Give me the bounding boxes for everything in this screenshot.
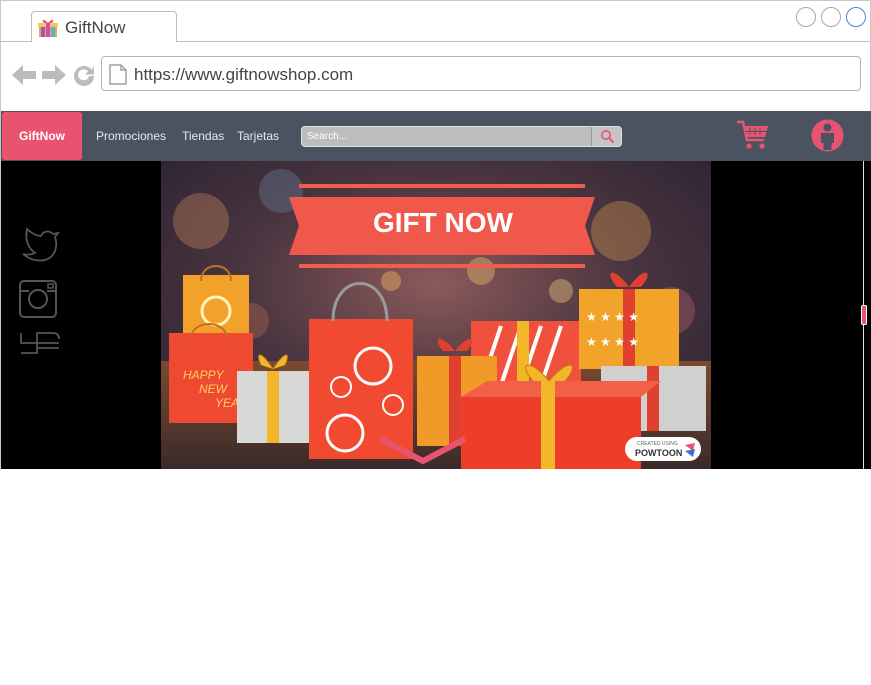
browser-tab[interactable]: GiftNow: [31, 11, 177, 42]
gift-favicon-icon: [38, 19, 58, 37]
shopping-cart-icon[interactable]: [736, 119, 770, 151]
facebook-icon[interactable]: [17, 327, 63, 367]
back-arrow-icon[interactable]: [11, 62, 37, 88]
banner-title: GIFT NOW: [373, 207, 514, 238]
maximize-button[interactable]: [821, 7, 841, 27]
user-icon[interactable]: [811, 119, 844, 152]
address-bar[interactable]: https://www.giftnowshop.com: [101, 56, 861, 91]
search-box[interactable]: Search...: [301, 126, 622, 147]
watermark-small-text: CREATED USING: [637, 441, 678, 447]
reload-icon[interactable]: [71, 62, 97, 88]
close-button[interactable]: [846, 7, 866, 27]
forward-arrow-icon[interactable]: [41, 62, 67, 88]
browser-window: GiftNow https://www.giftnowshop.com Gift…: [0, 0, 871, 470]
search-icon: [601, 130, 615, 144]
bag-text-happy: HAPPY: [183, 368, 225, 382]
page-icon: [109, 64, 127, 85]
brand-logo-button[interactable]: GiftNow: [2, 112, 82, 160]
nav-link-tarjetas[interactable]: Tarjetas: [237, 129, 279, 143]
tab-title: GiftNow: [65, 18, 126, 37]
twitter-icon[interactable]: [17, 227, 63, 267]
search-input[interactable]: Search...: [307, 131, 347, 142]
site-navbar: GiftNow Promociones Tiendas Tarjetas Sea…: [1, 111, 871, 161]
scrollbar-thumb[interactable]: [861, 305, 867, 325]
nav-link-promociones[interactable]: Promociones: [96, 129, 166, 143]
instagram-icon[interactable]: [17, 279, 63, 319]
hero-section: GIFT NOW HAPPY NEW YEAR ★ ★ ★ ★ ★ ★ ★ ★ …: [1, 161, 871, 469]
minimize-button[interactable]: [796, 7, 816, 27]
search-button[interactable]: [591, 127, 621, 146]
watermark-brand-text: POWTOON: [635, 448, 682, 458]
url-text: https://www.giftnowshop.com: [134, 65, 354, 84]
svg-text:★ ★ ★ ★: ★ ★ ★ ★: [586, 335, 639, 349]
bag-text-new: NEW: [199, 382, 229, 396]
hero-video[interactable]: GIFT NOW HAPPY NEW YEAR ★ ★ ★ ★ ★ ★ ★ ★ …: [161, 161, 711, 469]
nav-link-tiendas[interactable]: Tiendas: [182, 129, 224, 143]
svg-text:★ ★ ★ ★: ★ ★ ★ ★: [586, 310, 639, 324]
